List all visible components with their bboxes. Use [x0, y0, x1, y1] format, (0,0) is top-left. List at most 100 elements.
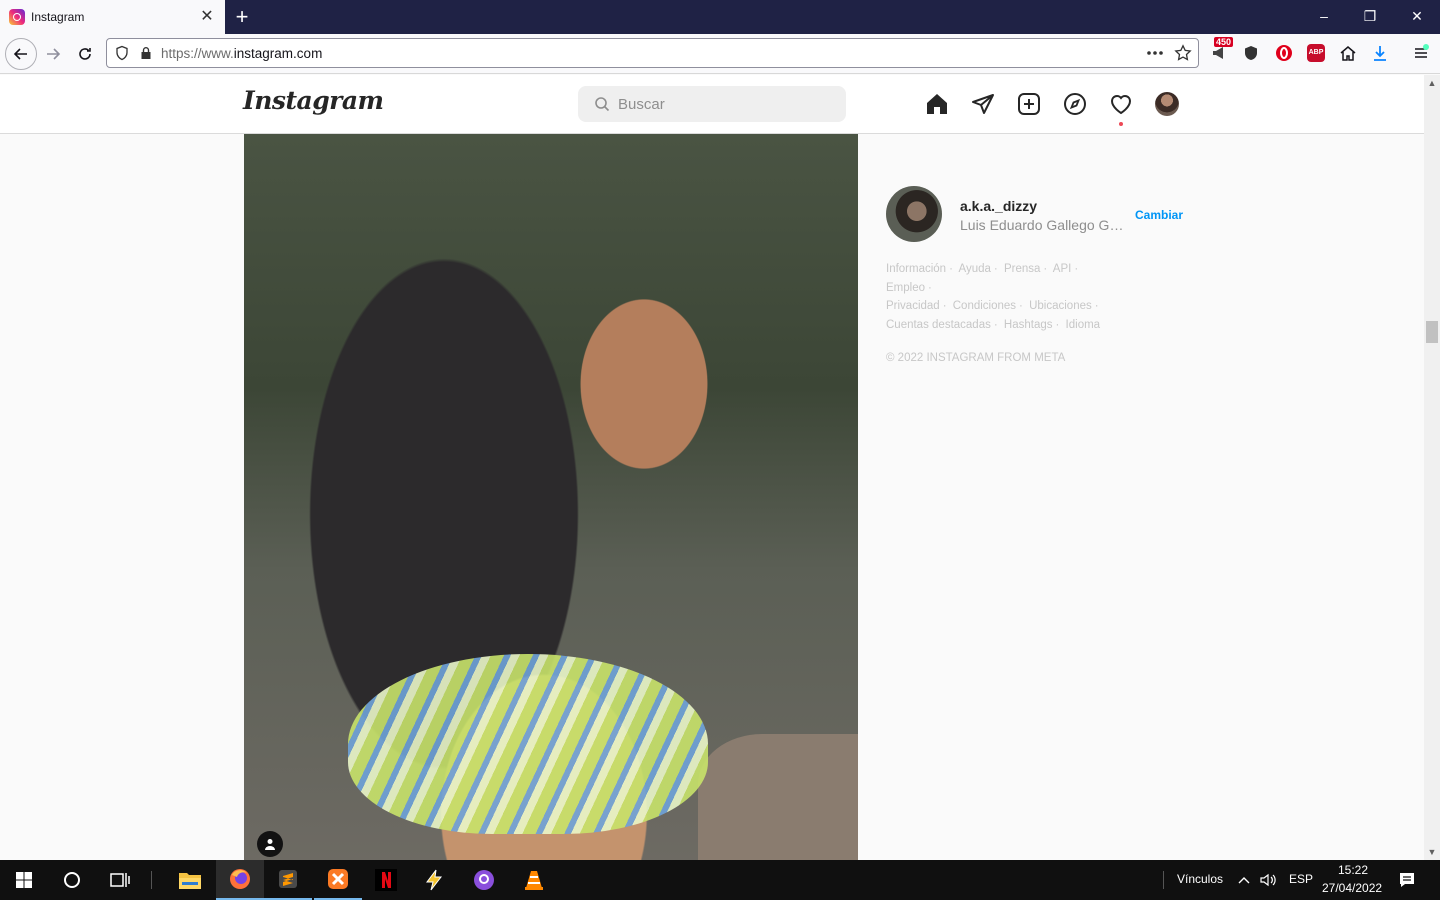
lock-icon[interactable]	[139, 46, 153, 60]
current-account: a.k.a._dizzy Luis Eduardo Gallego Gar...…	[886, 186, 1186, 242]
clock-time[interactable]: 15:22	[1338, 863, 1368, 877]
footer-link[interactable]: Información	[886, 263, 946, 275]
feed-page: a.k.a._dizzy Luis Eduardo Gallego Gar...…	[0, 134, 1424, 860]
page-actions-icon[interactable]	[1146, 50, 1164, 56]
extension-badge-count: 450	[1214, 37, 1234, 47]
nav-explore-button[interactable]	[1062, 91, 1088, 117]
reload-button[interactable]	[70, 39, 100, 69]
search-input[interactable]	[618, 95, 818, 113]
start-button[interactable]	[0, 860, 48, 900]
sublime-text-button[interactable]	[264, 860, 312, 900]
footer-link[interactable]: API	[1053, 263, 1072, 275]
page-scrollbar[interactable]: ▲ ▼	[1424, 75, 1440, 860]
clock-date[interactable]: 27/04/2022	[1322, 881, 1382, 895]
nav-new-post-button[interactable]	[1016, 91, 1042, 117]
window-close-button[interactable]: ✕	[1394, 0, 1440, 34]
search-box[interactable]	[578, 86, 846, 122]
home-button[interactable]	[1337, 42, 1359, 64]
stop-sign-icon	[1276, 45, 1292, 61]
nav-direct-button[interactable]	[970, 91, 996, 117]
nav-activity-button[interactable]	[1108, 91, 1134, 117]
extension-shield-button[interactable]	[1240, 42, 1262, 64]
scroll-up-arrow-icon[interactable]: ▲	[1424, 75, 1440, 91]
netflix-button[interactable]	[362, 860, 410, 900]
extension-opera-button[interactable]	[1273, 42, 1295, 64]
downloads-button[interactable]	[1369, 42, 1391, 64]
folder-icon	[179, 873, 201, 889]
tray-divider	[1163, 871, 1164, 889]
footer-link[interactable]: Ayuda	[959, 263, 991, 275]
tab-title: Instagram	[31, 10, 85, 24]
vlc-button[interactable]	[510, 860, 558, 900]
extension-adblock-button[interactable]: ABP	[1305, 42, 1327, 64]
tagged-users-button[interactable]	[257, 831, 283, 857]
minimize-button[interactable]: –	[1301, 0, 1347, 34]
scroll-down-arrow-icon[interactable]: ▼	[1424, 844, 1440, 860]
footer-link[interactable]: Cuentas destacadas	[886, 319, 991, 331]
reload-icon	[79, 48, 91, 60]
footer-link[interactable]: Condiciones	[953, 300, 1016, 312]
search-button[interactable]	[48, 860, 96, 900]
links-toolbar[interactable]: Vínculos	[1177, 872, 1223, 886]
instagram-favicon-icon	[9, 9, 25, 25]
input-language[interactable]: ESP	[1289, 872, 1313, 886]
app-bolt-button[interactable]	[410, 860, 458, 900]
file-explorer-button[interactable]	[166, 860, 214, 900]
footer-link[interactable]: Ubicaciones	[1029, 300, 1092, 312]
footer-link[interactable]: Prensa	[1004, 263, 1040, 275]
instagram-logo[interactable]: Instagram	[243, 86, 384, 115]
new-tab-button[interactable]: +	[231, 4, 253, 30]
bookmark-star-icon[interactable]	[1174, 44, 1192, 62]
browser-tab-strip: Instagram ✕ + – ❐ ✕	[0, 0, 1440, 34]
sublime-icon	[279, 870, 297, 888]
user-icon	[265, 839, 275, 850]
app-menu-button[interactable]	[1410, 42, 1432, 64]
instagram-header: Instagram	[0, 75, 1424, 134]
task-view-button[interactable]	[96, 860, 144, 900]
xampp-icon	[328, 869, 348, 889]
scrollbar-thumb[interactable]	[1426, 321, 1438, 343]
back-arrow-icon	[13, 48, 27, 60]
url-prefix: https://www.	[161, 45, 234, 61]
account-username[interactable]: a.k.a._dizzy	[960, 198, 1037, 214]
footer-link[interactable]: Privacidad	[886, 300, 940, 312]
forward-button[interactable]	[38, 39, 68, 69]
switch-account-button[interactable]: Cambiar	[1135, 208, 1183, 222]
volume-icon[interactable]	[1259, 872, 1277, 893]
url-text[interactable]: https://www.instagram.com	[161, 46, 322, 61]
adblock-icon: ABP	[1307, 44, 1325, 62]
firefox-button[interactable]	[216, 860, 264, 900]
windows-taskbar: Vínculos ESP 15:22 27/04/2022	[0, 860, 1440, 900]
tab-close-button[interactable]: ✕	[197, 7, 217, 27]
netflix-icon	[375, 869, 397, 891]
footer-link[interactable]: Empleo	[886, 282, 925, 294]
bolt-icon	[426, 869, 443, 891]
nav-home-button[interactable]	[924, 91, 950, 117]
tracking-shield-icon[interactable]	[114, 45, 130, 61]
notification-center-icon[interactable]	[1398, 871, 1416, 894]
heart-icon	[1110, 95, 1132, 115]
account-avatar[interactable]	[886, 186, 942, 242]
browser-tab-instagram[interactable]: Instagram ✕	[0, 0, 225, 34]
url-bar[interactable]: https://www.instagram.com	[106, 38, 1199, 68]
nav-profile-avatar[interactable]	[1155, 92, 1179, 116]
copyright: © 2022 INSTAGRAM FROM META	[886, 352, 1066, 364]
github-icon	[474, 870, 494, 890]
github-desktop-button[interactable]	[460, 860, 508, 900]
footer-link[interactable]: Hashtags	[1004, 319, 1053, 331]
ublock-icon	[1245, 46, 1257, 60]
xampp-button[interactable]	[314, 860, 362, 900]
restore-button[interactable]: ❐	[1347, 0, 1393, 34]
footer-link[interactable]: Idioma	[1066, 319, 1101, 331]
tray-overflow-chevron-icon[interactable]	[1236, 872, 1252, 893]
post-photo[interactable]	[244, 134, 858, 860]
notification-dot	[1119, 122, 1123, 126]
back-button[interactable]	[5, 38, 37, 70]
taskbar-divider	[151, 871, 152, 889]
extension-translate-button[interactable]: 450	[1209, 37, 1234, 64]
paper-plane-icon	[972, 94, 994, 114]
url-host: instagram.com	[233, 45, 323, 61]
home-icon	[927, 94, 947, 114]
cortana-circle-icon	[64, 872, 80, 888]
compass-icon	[1064, 93, 1086, 115]
